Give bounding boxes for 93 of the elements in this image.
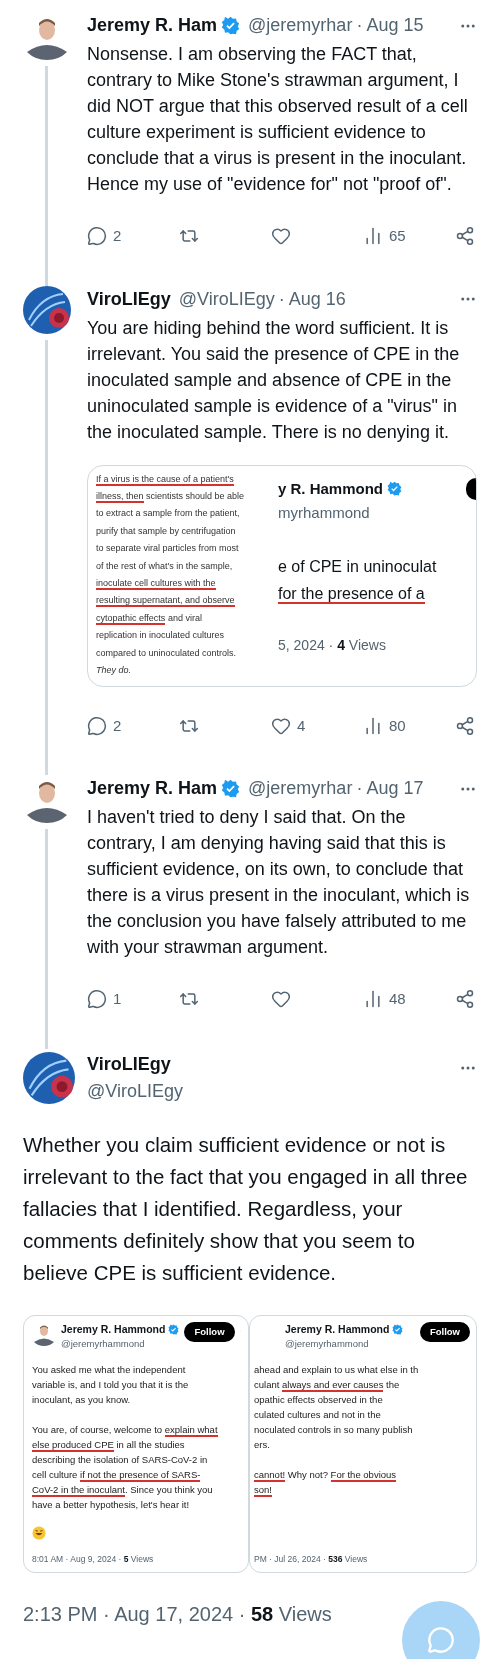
text-line: cannot! Why not? For the obvious [254,1467,397,1482]
heart-icon [271,989,291,1010]
bar-chart-icon [363,226,383,247]
count: 2 [113,715,122,736]
text-line: ers. [254,1437,270,1452]
author-handle: @jeremyrhar [248,777,353,800]
text-line: son! [254,1482,272,1497]
author-handle: @jeremyrhar [248,14,353,37]
views-button[interactable]: 65 [363,225,433,248]
avatar-icon[interactable] [23,285,71,334]
text-line: culated cultures and not in the [254,1407,381,1422]
text-line: to extract a sample from the patient, [96,507,240,521]
share-icon [455,715,475,736]
reply-icon [87,989,107,1010]
text-line: You are, of course, welcome to explain what [32,1422,218,1437]
text-line: noculated controls in so many publish [254,1422,413,1437]
text-line: inoculate cell cultures with the [96,576,216,592]
views-button[interactable]: 80 [363,714,433,737]
text-line: culant always and ever causes the [254,1377,400,1392]
text-line: If a virus is the cause of a patient's [96,472,234,488]
text-line: inoculant, as you know. [32,1392,131,1407]
count: 80 [389,715,406,736]
text-line: cytopathic effects and viral [96,611,202,627]
author-name: Jeremy R. Hammond [61,1321,166,1337]
bar-chart-icon [363,989,383,1010]
reply-button[interactable]: 2 [87,714,157,737]
text-line: purify that sample by centrifugation [96,524,236,538]
author-name: Jeremy R. Hammond [285,1321,390,1337]
author-handle: @jeremyrhammond [285,1337,370,1352]
count: 65 [389,226,406,246]
share-button[interactable] [455,989,475,1010]
text-line: have a better hypothesis, let's hear it! [32,1497,190,1512]
author-handle: @ViroLIEgy [178,287,275,311]
text-line: CoV-2 in the inoculant. Since you think you [32,1482,213,1497]
author-name: Jeremy R. Ham [87,777,218,800]
post-timestamp: 2:13 PM · Aug 17, 2024 · 58 Views [23,1601,333,1627]
verified-badge-icon [168,1323,180,1335]
text-line: illness, then scientists should be able [96,489,245,505]
text-line: of the rest of what's in the sample, [96,559,233,573]
author-handle: myrhammond [278,503,371,523]
count: 48 [389,989,406,1009]
share-button[interactable] [455,226,475,247]
text-line: to separate viral particles from most [96,542,239,556]
share-icon [455,226,475,247]
post-date: 5, 2024 · 4 Views [278,635,387,655]
text-line: opathic effects observed in the [254,1392,383,1407]
bar-chart-icon [363,715,383,736]
avatar-icon[interactable] [23,1051,75,1104]
text-line: else produced CPE in all the studies [32,1437,185,1452]
like-button[interactable]: 4 [271,714,341,737]
text-line: e of CPE in uninoculat [278,556,437,577]
author-handle: @jeremyrhammond [61,1337,146,1352]
text-line: cell culture if not the presence of SARS- [32,1467,201,1482]
text-line: describing the isolation of SARS-CoV-2 in [32,1452,208,1467]
share-button[interactable] [455,715,475,736]
post-text: You are hiding behind the word sufficient. It is irrelevant. You said the presence of CPE in the inoculated sample and absence of CPE in the uninoculated sample is evidence of a "virus" in the inoculated sample. There is no denying it. [87,316,461,444]
post-text: I haven't tried to deny I said that. On the contrary, I am denying having said that this is sufficient evidence, on its own, to conclude that there is a virus present in the inoculant, which is the conclusion you have falsely attributed to me with your strawman argument. [87,806,471,959]
post-date: · Aug 17 [356,777,424,800]
reply-icon [87,226,107,247]
count: 1 [113,989,122,1009]
text-line: ahead and explain to us what else in th [254,1362,419,1377]
author-handle: @ViroLIEgy [87,1079,183,1103]
reply-button[interactable]: 1 [87,988,157,1011]
text-line: compared to uninoculated controls. [96,646,237,660]
text-line: replication in inoculated cultures [96,629,225,643]
heart-icon [271,715,291,736]
post-date: · Aug 15 [356,14,424,37]
text-line: variable is, and I told you that it is the [32,1377,189,1392]
verified-badge-icon [392,1323,404,1335]
heart-icon [271,226,291,247]
text-line: resulting supernatant, and observe [96,594,235,610]
verified-badge-icon [387,481,402,497]
post-text: Whether you claim sufficient evidence or not is irrelevant to the fact that you engaged in all three fallacies that I identified. Regardless, your comments definitely show that you seem to believe CPE is sufficient evidence. [23,1131,469,1286]
reply-button[interactable]: 2 [87,225,157,248]
post-date: PM · Jul 26, 2024 · 536 Views [254,1552,369,1566]
reply-icon [427,1626,455,1654]
count: 2 [113,226,122,246]
author-name: ViroLIEgy [87,287,171,311]
reply-icon [87,715,107,736]
follow-button[interactable]: Follow [184,1321,235,1342]
post-date: · Aug 16 [278,287,346,311]
text-line: for the presence of a [278,583,425,606]
count: 4 [297,715,306,736]
author-name: ViroLIEgy [87,1052,172,1076]
post-date: 8:01 AM · Aug 9, 2024 · 5 Views [32,1552,155,1566]
author-name: y R. Hammond [278,478,383,499]
text-line: You asked me what the independent [32,1362,186,1377]
post-text: Nonsense. I am observing the FACT that, contrary to Mike Stone's strawman argument, I did NOT argue that this observed result of a cell culture experiment is sufficient evidence to conclude that a virus is present in the inoculant. Hence my use of "evidence for" not "proof of". [87,43,469,196]
views-button[interactable]: 48 [363,988,433,1011]
text-line: They do. [96,663,132,677]
author-name: Jeremy R. Ham [87,14,218,37]
share-icon [455,989,475,1010]
follow-button[interactable]: Follow [419,1321,470,1342]
